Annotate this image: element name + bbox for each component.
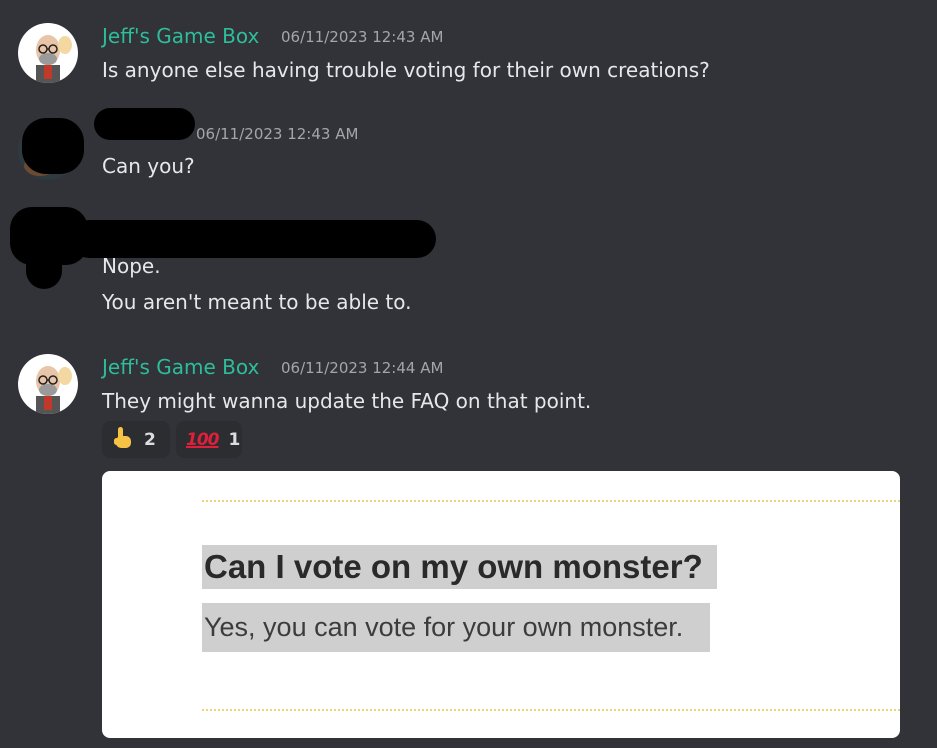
redaction-mark	[94, 108, 195, 140]
point-up-icon	[112, 426, 134, 454]
avatar[interactable]	[18, 23, 78, 83]
redaction-mark	[26, 245, 62, 289]
reaction-count: 2	[144, 429, 156, 450]
avatar[interactable]	[18, 354, 78, 414]
divider	[202, 500, 900, 502]
username[interactable]: Jeff's Game Box	[102, 24, 259, 48]
username[interactable]: Jeff's Game Box	[102, 355, 259, 379]
message-text: Can you?	[102, 154, 195, 178]
message-text: They might wanna update the FAQ on that …	[102, 389, 592, 413]
chat-log: Jeff's Game Box 06/11/2023 12:43 AM Is a…	[0, 0, 937, 748]
timestamp: 06/11/2023 12:44 AM	[281, 359, 444, 377]
image-attachment[interactable]: Can I vote on my own monster? Yes, you c…	[102, 471, 900, 738]
faq-question: Can I vote on my own monster?	[202, 545, 717, 589]
divider	[202, 709, 900, 711]
faq-answer: Yes, you can vote for your own monster.	[202, 603, 710, 652]
reaction-point-up[interactable]: 2	[102, 421, 170, 458]
message-text: You aren't meant to be able to.	[102, 290, 412, 314]
redaction-mark	[70, 220, 436, 258]
message-text: Nope.	[102, 254, 161, 278]
redaction-mark	[22, 118, 84, 174]
timestamp: 06/11/2023 12:43 AM	[196, 125, 359, 143]
timestamp: 06/11/2023 12:43 AM	[281, 28, 444, 46]
message-text: Is anyone else having trouble voting for…	[102, 58, 710, 82]
reaction-count: 1	[228, 429, 241, 450]
reaction-hundred[interactable]: 100 1	[176, 421, 242, 458]
hundred-points-icon: 100	[186, 429, 219, 450]
